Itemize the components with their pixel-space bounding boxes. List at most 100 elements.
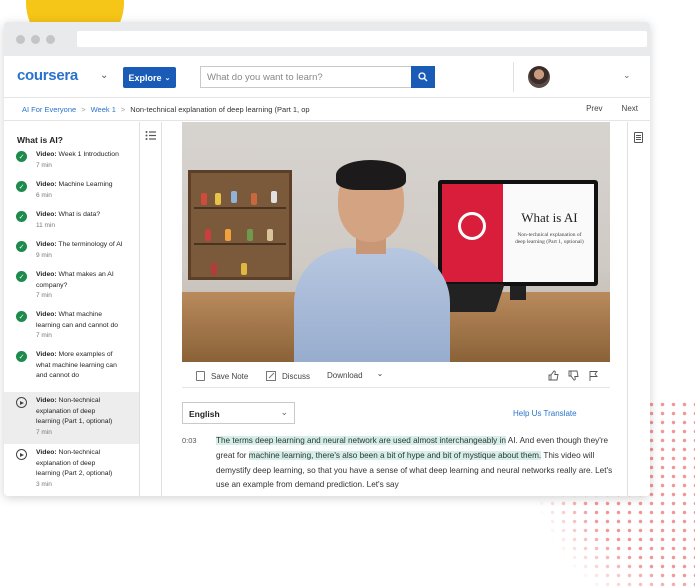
item-duration: 6 min: [36, 191, 52, 199]
discuss-button[interactable]: Discuss: [266, 371, 310, 381]
language-value: English: [189, 409, 220, 419]
check-complete-icon: ✓: [16, 151, 27, 162]
notes-icon[interactable]: [634, 132, 643, 143]
list-item[interactable]: Video: Non-technical explanation of deep…: [4, 444, 139, 496]
video-presenter: [282, 160, 462, 362]
list-item[interactable]: ✓ Video: Machine Learning 6 min: [4, 180, 139, 210]
item-title-cont: company?: [36, 281, 68, 289]
transcript-timestamp[interactable]: 0:03: [182, 436, 197, 445]
play-circle-icon: [16, 449, 27, 460]
browser-window: coursera ⌄ Explore ⌄ What do you want to…: [4, 22, 650, 496]
site-header: coursera ⌄ Explore ⌄ What do you want to…: [4, 56, 650, 98]
item-title: Non-technical: [58, 449, 101, 456]
lesson-sidebar: What is AI? ✓ Video: Week 1 Introduction…: [4, 122, 140, 496]
item-duration: 7 min: [36, 292, 52, 299]
explore-label: Explore: [128, 72, 162, 83]
transcript-segment-highlighted[interactable]: The terms deep learning and neural netwo…: [216, 436, 506, 445]
sidebar-toggle-column: [140, 122, 162, 496]
item-type: Video:: [36, 241, 57, 248]
item-type: Video:: [36, 211, 57, 218]
list-toggle-icon[interactable]: [145, 130, 156, 141]
chevron-right-icon: >: [81, 104, 86, 114]
video-monitor: What is AI Non-technical explanation of …: [438, 180, 598, 286]
window-dot-icon: [31, 34, 40, 44]
list-item[interactable]: ✓ Video: What machine learning can and c…: [4, 310, 139, 350]
save-note-button[interactable]: Save Note: [196, 371, 248, 381]
item-title-cont: explanation of deep: [36, 459, 96, 467]
prev-button[interactable]: Prev: [586, 104, 602, 113]
list-item[interactable]: ✓ Video: What is data? 11 min: [4, 210, 139, 240]
module-title: What is AI?: [17, 135, 63, 145]
search-input[interactable]: What do you want to learn?: [200, 66, 412, 88]
breadcrumb-week[interactable]: Week 1: [91, 105, 116, 114]
search-icon: [418, 72, 428, 82]
item-title: Machine Learning: [58, 181, 113, 188]
chevron-down-icon[interactable]: ⌄: [623, 70, 631, 81]
address-bar[interactable]: [77, 31, 647, 47]
breadcrumb-course[interactable]: AI For Everyone: [22, 105, 76, 114]
save-note-label: Save Note: [211, 371, 249, 381]
item-duration: 7 min: [36, 428, 52, 436]
item-duration: 9 min: [36, 251, 52, 259]
search-button[interactable]: [411, 66, 435, 88]
language-select[interactable]: English ⌄: [182, 402, 295, 424]
transcript-segment-highlighted[interactable]: machine learning, there's also been a bi…: [248, 450, 542, 460]
check-complete-icon: ✓: [16, 271, 27, 282]
video-shelf: [188, 170, 292, 280]
item-title-cont: explanation of deep: [36, 407, 96, 415]
download-button[interactable]: Download ⌄: [327, 369, 383, 380]
item-type: Video:: [36, 181, 57, 188]
item-title: Week 1 Introduction: [58, 151, 119, 158]
window-dot-icon: [46, 34, 55, 44]
list-item[interactable]: ✓ Video: More examples of what machine l…: [4, 350, 139, 392]
item-duration: 3 min: [36, 480, 52, 488]
item-title: What is data?: [58, 211, 101, 218]
thumbs-up-icon[interactable]: [548, 370, 559, 381]
slide-subtitle: deep learning (Part 1, optional): [515, 239, 584, 245]
item-title: What makes an AI: [58, 271, 114, 278]
item-title: What machine: [58, 311, 102, 318]
item-title: The terminology of AI: [58, 241, 123, 248]
chevron-down-icon[interactable]: ⌄: [100, 70, 108, 81]
item-title-cont: learning (Part 1, optional): [36, 418, 113, 425]
list-item[interactable]: ✓ Video: Week 1 Introduction 7 min: [4, 150, 139, 180]
list-item-current[interactable]: Video: Non-technical explanation of deep…: [4, 392, 139, 444]
play-circle-icon: [16, 397, 27, 408]
browser-chrome: [4, 22, 650, 56]
avatar[interactable]: [528, 66, 550, 88]
chevron-down-icon: ⌄: [164, 74, 171, 82]
chevron-down-icon: ⌄: [280, 407, 288, 417]
check-complete-icon: ✓: [16, 211, 27, 222]
video-monitor-stand: [510, 286, 526, 300]
download-label: Download: [327, 371, 363, 380]
note-icon: [196, 371, 205, 381]
list-item[interactable]: ✓ Video: What makes an AI company? 7 min: [4, 270, 139, 310]
help-translate-link[interactable]: Help Us Translate: [513, 409, 577, 418]
item-type: Video:: [36, 351, 57, 358]
thumbs-down-icon[interactable]: [568, 370, 579, 381]
lesson-nav: Prev Next: [586, 104, 638, 113]
video-player[interactable]: What is AI Non-technical explanation of …: [182, 122, 610, 362]
breadcrumb-current: Non-technical explanation of deep learni…: [130, 104, 310, 114]
video-actions-bar: Save Note Discuss Download ⌄: [182, 362, 610, 388]
item-type: Video:: [36, 397, 57, 404]
transcript-text: The terms deep learning and neural netwo…: [216, 434, 616, 493]
discuss-icon: [266, 371, 276, 381]
header-divider: [513, 62, 514, 92]
item-type: Video:: [36, 151, 57, 158]
flag-icon[interactable]: [588, 370, 599, 381]
breadcrumb: AI For Everyone > Week 1 > Non-technical…: [4, 98, 650, 121]
coursera-logo[interactable]: coursera: [17, 67, 78, 84]
item-title-cont: learning can and cannot do: [36, 321, 119, 329]
check-complete-icon: ✓: [16, 351, 27, 362]
item-duration: 7 min: [36, 161, 52, 169]
explore-button[interactable]: Explore ⌄: [123, 67, 176, 88]
item-duration: 11 min: [36, 221, 56, 229]
list-item[interactable]: ✓ Video: The terminology of AI 9 min: [4, 240, 139, 270]
item-title-cont: what machine learning can: [36, 361, 117, 369]
check-complete-icon: ✓: [16, 241, 27, 252]
next-button[interactable]: Next: [622, 104, 638, 113]
slide-subtitle: Non-technical explanation of: [517, 232, 582, 238]
item-title-cont: learning (Part 2, optional): [36, 470, 113, 477]
item-type: Video:: [36, 449, 57, 456]
